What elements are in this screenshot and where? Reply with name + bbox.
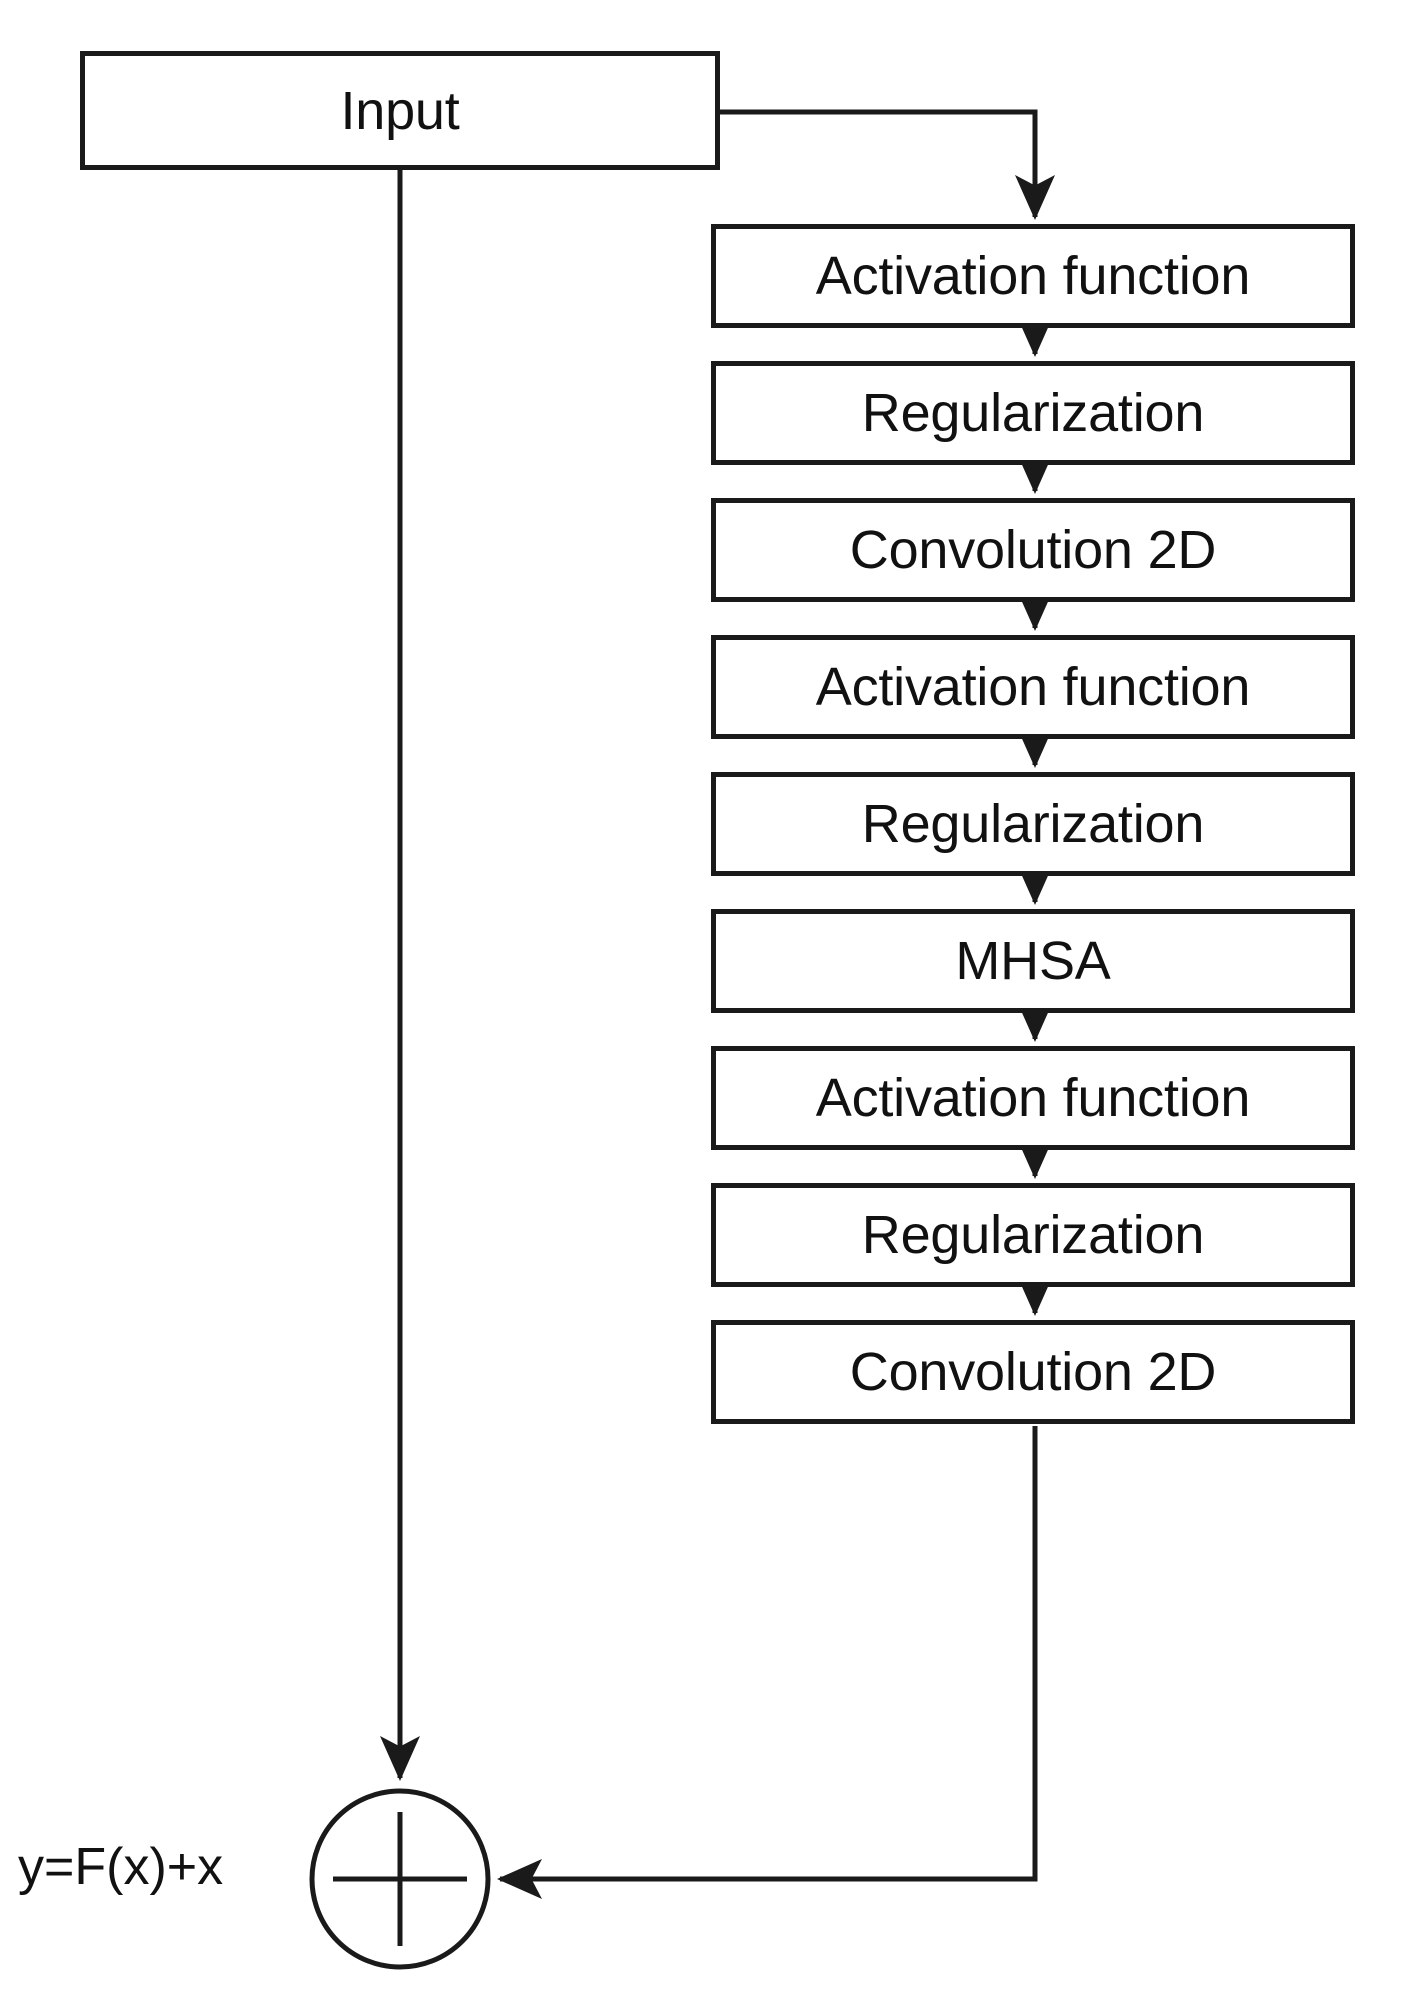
node-activation-function-1[interactable]: Activation function — [711, 224, 1355, 328]
diagram-canvas: Input Activation function Regularization… — [0, 0, 1413, 1995]
edge-conv2-to-sum-node — [496, 1426, 1038, 1899]
node-input[interactable]: Input — [80, 51, 720, 170]
node-label: Activation function — [815, 1068, 1251, 1128]
node-label: Regularization — [861, 1205, 1205, 1265]
node-activation-function-2[interactable]: Activation function — [711, 635, 1355, 739]
node-label: MHSA — [955, 931, 1111, 991]
node-label: Regularization — [861, 383, 1205, 443]
edge-input-to-activation-1 — [720, 109, 1055, 221]
node-label: Convolution 2D — [849, 1342, 1217, 1402]
residual-output-label: y=F(x)+x — [18, 1838, 224, 1896]
node-regularization-2[interactable]: Regularization — [711, 772, 1355, 876]
node-label: Activation function — [815, 246, 1251, 306]
node-label: Convolution 2D — [849, 520, 1217, 580]
sum-node-circle — [309, 1788, 491, 1970]
node-regularization-1[interactable]: Regularization — [711, 361, 1355, 465]
node-convolution-2d-1[interactable]: Convolution 2D — [711, 498, 1355, 602]
node-activation-function-3[interactable]: Activation function — [711, 1046, 1355, 1150]
node-input-label: Input — [340, 80, 460, 141]
node-regularization-3[interactable]: Regularization — [711, 1183, 1355, 1287]
node-mhsa[interactable]: MHSA — [711, 909, 1355, 1013]
node-label: Activation function — [815, 657, 1251, 717]
node-label: Regularization — [861, 794, 1205, 854]
node-convolution-2d-2[interactable]: Convolution 2D — [711, 1320, 1355, 1424]
